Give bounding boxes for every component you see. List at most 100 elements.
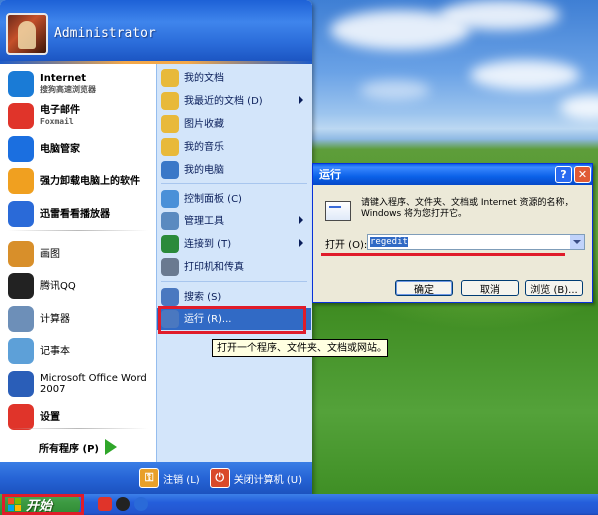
help-button[interactable]: ? — [555, 166, 572, 183]
pinned-item-label: 记事本 — [40, 346, 70, 357]
places-list: 我的文档我最近的文档 (D) 图片收藏我的音乐我的电脑控制面板 (C) 管理工具连接… — [156, 64, 312, 462]
places-item-label: 我的音乐 — [184, 141, 224, 153]
pinned-item[interactable]: 强力卸载电脑上的软件 — [0, 165, 156, 197]
places-item[interactable]: 打印机和传真 — [157, 256, 311, 278]
places-item-label: 我的电脑 — [184, 164, 224, 176]
taskbar — [0, 494, 598, 515]
pinned-item-label: 电子邮件 Foxmail — [40, 105, 80, 127]
pinned-item[interactable]: 电子邮件 Foxmail — [0, 100, 156, 132]
logoff-key-icon: ⚿ — [139, 468, 160, 488]
user-avatar[interactable] — [6, 13, 48, 55]
places-item[interactable]: 我的文档 — [157, 67, 311, 89]
places-item-label: 控制面板 (C) — [184, 193, 242, 205]
control-panel-icon — [161, 190, 179, 208]
pinned-item-subtitle: Foxmail — [40, 117, 74, 126]
my-music-icon — [161, 138, 179, 156]
submenu-arrow-icon — [299, 239, 303, 247]
browse-button[interactable]: 浏览 (B)... — [525, 280, 583, 296]
places-item-label: 管理工具 — [184, 215, 224, 227]
pinned-item-title: 设置 — [40, 411, 60, 423]
submenu-arrow-icon — [299, 96, 303, 104]
paint-icon — [8, 241, 34, 267]
places-item[interactable]: 管理工具 — [157, 210, 311, 232]
places-item[interactable]: 图片收藏 — [157, 113, 311, 135]
connect-to-icon — [161, 235, 179, 253]
pinned-item-label: Microsoft Office Word 2007 — [40, 373, 156, 395]
quicklaunch-qq-icon[interactable] — [116, 497, 130, 511]
quicklaunch-foxmail-icon[interactable] — [98, 497, 112, 511]
submenu-arrow-icon — [299, 216, 303, 224]
word-icon — [8, 371, 34, 397]
recent-documents-icon — [161, 92, 179, 110]
pinned-item-title: 腾讯QQ — [40, 280, 76, 292]
shutdown-button[interactable]: ⏻ 关闭计算机 (U) — [209, 468, 302, 488]
search-icon — [161, 288, 179, 306]
my-computer-icon — [161, 161, 179, 179]
calculator-icon — [8, 306, 34, 332]
close-button[interactable]: ✕ — [574, 166, 591, 183]
pinned-item-label: 画图 — [40, 249, 60, 260]
logoff-button[interactable]: ⚿ 注销 (L) — [139, 468, 200, 488]
ok-button[interactable]: 确定 — [395, 280, 453, 296]
start-highlight-box — [2, 494, 84, 515]
menu-separator — [8, 230, 148, 231]
pinned-item[interactable]: 电脑管家 — [0, 133, 156, 165]
places-item[interactable]: 连接到 (T) — [157, 233, 311, 255]
pinned-item-label: 计算器 — [40, 314, 70, 325]
pinned-item[interactable]: 计算器 — [0, 303, 156, 335]
pinned-item-label: 设置 — [40, 412, 60, 423]
pinned-item-label: 电脑管家 — [40, 144, 80, 155]
quicklaunch-browser-icon[interactable] — [134, 497, 148, 511]
places-item[interactable]: 我的音乐 — [157, 136, 311, 158]
pinned-item-title: Microsoft Office Word 2007 — [40, 373, 147, 395]
input-highlight-underline — [321, 253, 565, 256]
pinned-item-subtitle: 搜狗高速浏览器 — [40, 85, 96, 94]
run-dialog: 运行 ? ✕ 请键入程序、文件夹、文档或 Internet 资源的名称，Wind… — [312, 163, 593, 303]
open-dropdown-button[interactable] — [570, 235, 584, 249]
cloud — [440, 0, 560, 30]
places-item-label: 图片收藏 — [184, 118, 224, 130]
uninstall-flower-icon — [8, 168, 34, 194]
pinned-item[interactable]: Microsoft Office Word 2007 — [0, 368, 156, 400]
pinned-item-title: 计算器 — [40, 313, 70, 325]
menu-separator — [161, 183, 307, 184]
open-input[interactable]: regedit — [367, 234, 585, 250]
start-menu: Administrator Internet 搜狗高速浏览器 电子邮件 Foxmail… — [0, 0, 312, 494]
arrow-right-icon — [104, 439, 117, 455]
pinned-item-title: Internet — [40, 73, 87, 84]
pinned-item[interactable]: 腾讯QQ — [0, 270, 156, 302]
printer-icon — [161, 258, 179, 276]
places-item-label: 连接到 (T) — [184, 238, 232, 250]
pinned-item-title: 迅雷看看播放器 — [40, 208, 110, 220]
places-item[interactable]: 我的电脑 — [157, 159, 311, 181]
pinned-item-title: 电脑管家 — [40, 143, 80, 155]
places-item-label: 我的文档 — [184, 72, 224, 84]
pinned-item[interactable]: Internet 搜狗高速浏览器 — [0, 68, 156, 100]
all-programs-button[interactable]: 所有程序 (P) — [0, 434, 156, 460]
cancel-button[interactable]: 取消 — [461, 280, 519, 296]
my-pictures-icon — [161, 115, 179, 133]
pinned-item[interactable]: 画图 — [0, 238, 156, 270]
places-item[interactable]: 控制面板 (C) — [157, 188, 311, 210]
pinned-item[interactable]: 记事本 — [0, 335, 156, 367]
run-tooltip: 打开一个程序、文件夹、文档或网站。 — [212, 339, 388, 357]
pinned-item-title: 画图 — [40, 248, 60, 260]
cloud — [360, 80, 430, 100]
run-dialog-title[interactable]: 运行 — [313, 164, 592, 185]
places-item-label: 我最近的文档 (D) — [184, 95, 263, 107]
settings-s-icon — [8, 404, 34, 430]
my-documents-icon — [161, 69, 179, 87]
run-dialog-description: 请键入程序、文件夹、文档或 Internet 资源的名称，Windows 将为您… — [361, 198, 574, 219]
pinned-item-label: Internet 搜狗高速浏览器 — [40, 73, 96, 95]
all-programs-label: 所有程序 (P) — [39, 443, 99, 455]
pinned-item-label: 强力卸载电脑上的软件 — [40, 176, 140, 187]
cloud — [470, 60, 580, 90]
places-item[interactable]: 搜索 (S) — [157, 286, 311, 308]
chess-piece-icon — [18, 21, 36, 49]
foxmail-icon — [8, 103, 34, 129]
places-item[interactable]: 我最近的文档 (D) — [157, 90, 311, 112]
pinned-item[interactable]: 迅雷看看播放器 — [0, 198, 156, 230]
start-menu-footer: ⚿ 注销 (L) ⏻ 关闭计算机 (U) — [0, 462, 312, 494]
pinned-item-title: 记事本 — [40, 345, 70, 357]
pinned-programs-list: Internet 搜狗高速浏览器 电子邮件 Foxmail 电脑管家 强力卸载电脑上的软件… — [0, 64, 156, 462]
